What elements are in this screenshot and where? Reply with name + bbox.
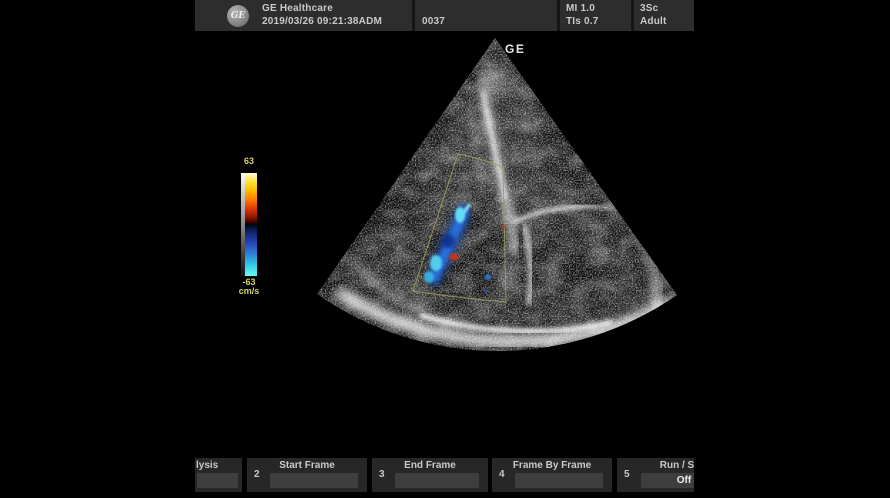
divider <box>631 0 634 31</box>
mi-value: MI 1.0 <box>566 3 595 14</box>
colorbar-unit-label: cm/s <box>236 287 262 296</box>
softkey-button-analysis[interactable] <box>197 473 238 488</box>
softkey-panel-end-frame: End Frame 3 <box>372 458 488 492</box>
softkey-number: 2 <box>254 469 260 480</box>
brand-label: GE Healthcare <box>262 3 333 14</box>
probe-label: 3Sc <box>640 3 658 14</box>
status-bar: GE GE Healthcare 2019/03/26 09:21:38ADM … <box>195 0 694 31</box>
softkey-panel-run-stop: Run / S 5 Off <box>617 458 694 492</box>
colorbar-gradient <box>241 173 257 276</box>
datetime-label: 2019/03/26 09:21:38ADM <box>262 16 382 27</box>
softkey-label: Frame By Frame <box>492 460 612 471</box>
exam-number: 0037 <box>422 16 445 27</box>
divider <box>557 0 560 31</box>
softkey-button-run-stop[interactable]: Off <box>641 473 694 488</box>
softkey-panel-frame-by-frame: Frame By Frame 4 <box>492 458 612 492</box>
colorbar-max-label: 63 <box>236 157 262 166</box>
color-map-strip <box>245 173 257 276</box>
ge-logo-icon: GE <box>227 5 249 27</box>
softkey-label: End Frame <box>372 460 488 471</box>
softkey-number: 3 <box>379 469 385 480</box>
softkey-panel-start-frame: Start Frame 2 <box>247 458 367 492</box>
velocity-colorbar: 63 -63 cm/s <box>236 157 262 296</box>
scan-sector <box>290 25 700 370</box>
softkey-button-frame-by-frame[interactable] <box>515 473 603 488</box>
vendor-watermark: GE <box>505 42 525 56</box>
softkey-button-end-frame[interactable] <box>395 473 479 488</box>
softkey-panel-analysis: lysis <box>195 458 242 492</box>
softkey-number: 4 <box>499 469 505 480</box>
softkey-label: lysis <box>196 460 242 471</box>
preset-label: Adult <box>640 16 667 27</box>
softkey-number: 5 <box>624 469 630 480</box>
ultrasound-image: GE <box>0 0 890 498</box>
softkey-label: Start Frame <box>247 460 367 471</box>
softkey-bar: lysis Start Frame 2 End Frame 3 Frame By… <box>195 458 694 498</box>
tis-value: TIs 0.7 <box>566 16 599 27</box>
softkey-button-start-frame[interactable] <box>270 473 358 488</box>
divider <box>412 0 415 31</box>
